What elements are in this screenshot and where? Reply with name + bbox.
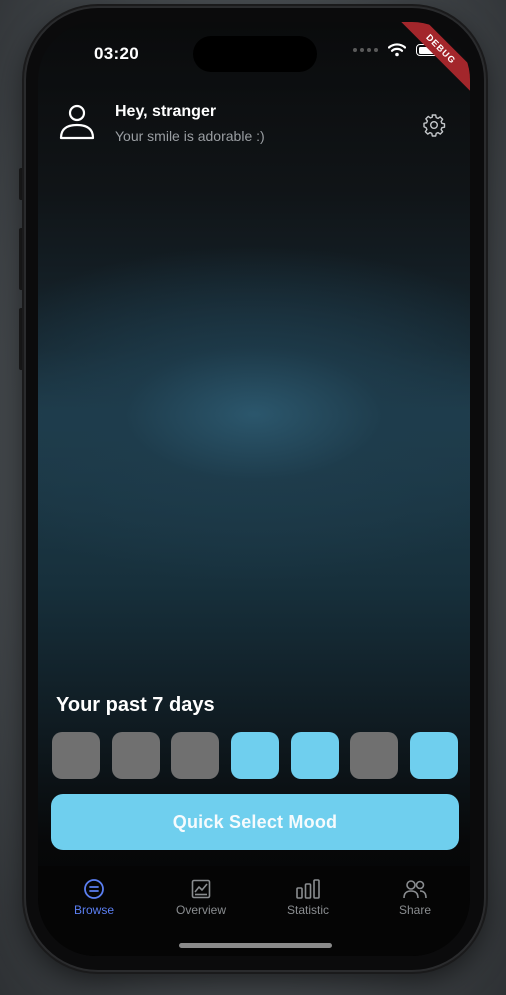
tab-statistic[interactable]: Statistic <box>258 878 358 917</box>
gear-icon[interactable] <box>422 113 446 137</box>
day-tile[interactable] <box>111 732 160 779</box>
bottom-tab-bar: Browse Overview Statistic Share <box>38 866 470 956</box>
status-time: 03:20 <box>94 44 139 63</box>
dynamic-island <box>193 36 317 72</box>
people-icon <box>403 880 427 899</box>
tab-browse[interactable]: Browse <box>44 878 144 917</box>
day-tile[interactable] <box>230 732 279 779</box>
past-days-row <box>52 732 458 780</box>
bar-chart-icon <box>296 879 320 899</box>
past-days-title: Your past 7 days <box>56 694 215 716</box>
day-tile[interactable] <box>409 732 458 779</box>
tab-label: Browse <box>73 903 114 917</box>
greeting-subtitle: Your smile is adorable :) <box>115 128 265 144</box>
tab-label: Overview <box>175 903 226 917</box>
person-outline-icon[interactable] <box>58 102 96 140</box>
day-tile[interactable] <box>52 732 100 779</box>
day-tile[interactable] <box>290 732 339 779</box>
volume-down-button <box>19 308 25 370</box>
home-indicator[interactable] <box>179 943 332 948</box>
day-tile[interactable] <box>350 732 399 779</box>
tab-label: Share <box>398 903 432 917</box>
profile-header: Hey, stranger Your smile is adorable :) <box>58 100 450 160</box>
app-screen: 03:20 DEBUG Hey, stranger Your smile is … <box>38 22 470 956</box>
list-circle-icon <box>84 879 104 899</box>
day-tile[interactable] <box>171 732 220 779</box>
volume-up-button <box>19 228 25 290</box>
wifi-icon <box>388 43 406 57</box>
tab-label: Statistic <box>286 903 329 917</box>
tab-overview[interactable]: Overview <box>151 878 251 917</box>
greeting-text: Hey, stranger <box>115 103 217 120</box>
cellular-icon <box>353 48 378 52</box>
mute-switch <box>19 168 25 200</box>
image-chart-icon <box>191 879 211 899</box>
tab-share[interactable]: Share <box>365 878 465 917</box>
quick-select-mood-button[interactable]: Quick Select Mood <box>51 794 459 850</box>
